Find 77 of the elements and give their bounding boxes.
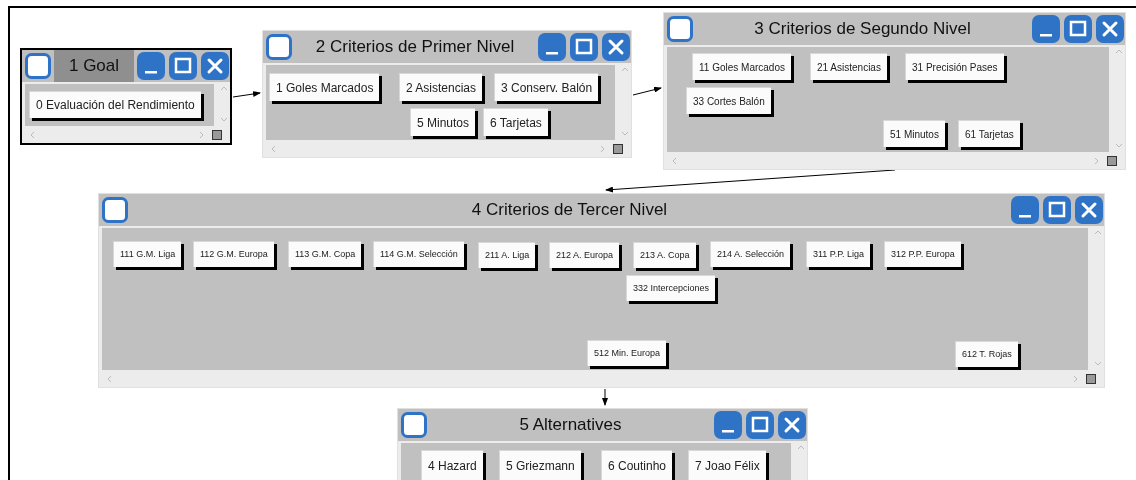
- node-button[interactable]: 211 A. Liga: [478, 242, 536, 268]
- node-button[interactable]: 1 Goles Marcados: [269, 73, 380, 101]
- node-button[interactable]: 213 A. Copa: [633, 242, 696, 268]
- scroll-up-icon[interactable]: [1114, 49, 1123, 54]
- resize-grip-icon[interactable]: [613, 143, 623, 154]
- node-button[interactable]: 61 Tarjetas: [958, 120, 1020, 147]
- minimize-button[interactable]: [713, 410, 743, 440]
- node-button[interactable]: 332 Intercepciones: [626, 275, 716, 301]
- node-button[interactable]: 7 Joao Félix: [688, 450, 766, 480]
- scroll-right-icon[interactable]: [1073, 374, 1078, 383]
- resize-grip-icon[interactable]: [1107, 155, 1117, 166]
- window-title: 3 Criterios de Segundo Nivel: [754, 18, 971, 41]
- close-button[interactable]: [777, 410, 807, 440]
- scroll-left-icon[interactable]: [30, 130, 35, 139]
- close-button[interactable]: [601, 32, 631, 62]
- scroll-up-icon[interactable]: [620, 67, 629, 72]
- window-title: 2 Criterios de Primer Nivel: [315, 36, 515, 59]
- window-title: 4 Criterios de Tercer Nivel: [471, 199, 668, 222]
- minimize-button[interactable]: [136, 51, 166, 81]
- close-button[interactable]: [200, 51, 230, 81]
- maximize-button[interactable]: [1063, 14, 1093, 44]
- node-button[interactable]: 5 Griezmann: [499, 450, 581, 480]
- node-button[interactable]: 212 A. Europa: [549, 242, 620, 268]
- window-icon[interactable]: [25, 53, 51, 79]
- scroll-up-icon[interactable]: [1093, 230, 1102, 235]
- minimize-button[interactable]: [1010, 195, 1040, 225]
- scroll-right-icon[interactable]: [1094, 156, 1099, 165]
- node-button[interactable]: 11 Goles Marcados: [692, 53, 791, 80]
- maximize-button[interactable]: [745, 410, 775, 440]
- close-button[interactable]: [1095, 14, 1125, 44]
- node-button[interactable]: 111 G.M. Liga: [113, 241, 182, 267]
- node-button[interactable]: 512 Min. Europa: [587, 340, 667, 366]
- resize-grip-icon[interactable]: [1086, 373, 1096, 384]
- maximize-button[interactable]: [168, 51, 198, 81]
- scroll-up-icon[interactable]: [219, 86, 228, 91]
- window-title: 5 Alternatives: [519, 414, 622, 437]
- node-button[interactable]: 6 Coutinho: [601, 450, 673, 480]
- node-button[interactable]: 612 T. Rojas: [955, 341, 1018, 367]
- maximize-button[interactable]: [1042, 195, 1072, 225]
- node-button[interactable]: 311 P.P. Liga: [806, 241, 871, 267]
- minimize-button[interactable]: [1031, 14, 1061, 44]
- window-icon[interactable]: [102, 197, 128, 223]
- scroll-down-icon[interactable]: [219, 117, 228, 122]
- connector-arrow: [632, 86, 662, 96]
- node-button[interactable]: 3 Conserv. Balón: [494, 73, 599, 101]
- node-button[interactable]: 0 Evaluación del Rendimiento: [29, 91, 201, 118]
- node-button[interactable]: 51 Minutos: [883, 120, 945, 147]
- node-button[interactable]: 113 G.M. Copa: [288, 241, 362, 267]
- window-icon[interactable]: [667, 16, 693, 42]
- scroll-right-icon[interactable]: [199, 130, 204, 139]
- resize-grip-icon[interactable]: [212, 129, 222, 140]
- scroll-left-icon[interactable]: [271, 144, 276, 153]
- node-button[interactable]: 33 Cortes Balón: [686, 87, 771, 114]
- node-button[interactable]: 5 Minutos: [410, 108, 476, 136]
- maximize-button[interactable]: [569, 32, 599, 62]
- minimize-button[interactable]: [537, 32, 567, 62]
- scroll-right-icon[interactable]: [600, 144, 605, 153]
- node-button[interactable]: 31 Precisión Pases: [905, 53, 1004, 80]
- scroll-up-icon[interactable]: [796, 445, 805, 450]
- node-button[interactable]: 214 A. Selección: [710, 241, 791, 267]
- connector-arrow: [602, 388, 608, 406]
- node-button[interactable]: 112 G.M. Europa: [193, 241, 274, 267]
- scroll-down-icon[interactable]: [1114, 143, 1123, 148]
- scroll-left-icon[interactable]: [672, 156, 677, 165]
- node-button[interactable]: 4 Hazard: [421, 450, 483, 480]
- node-button[interactable]: 6 Tarjetas: [483, 108, 548, 136]
- scroll-left-icon[interactable]: [107, 374, 112, 383]
- node-button[interactable]: 21 Asistencias: [810, 53, 887, 80]
- window-title: 1 Goal: [68, 55, 120, 78]
- scroll-down-icon[interactable]: [1093, 361, 1102, 366]
- node-button[interactable]: 114 G.M. Selección: [373, 241, 464, 267]
- window-icon[interactable]: [266, 34, 292, 60]
- window-icon[interactable]: [401, 412, 427, 438]
- node-button[interactable]: 2 Asistencias: [399, 73, 483, 101]
- close-button[interactable]: [1074, 195, 1104, 225]
- scroll-down-icon[interactable]: [620, 131, 629, 136]
- node-button[interactable]: 312 P.P. Europa: [884, 241, 961, 267]
